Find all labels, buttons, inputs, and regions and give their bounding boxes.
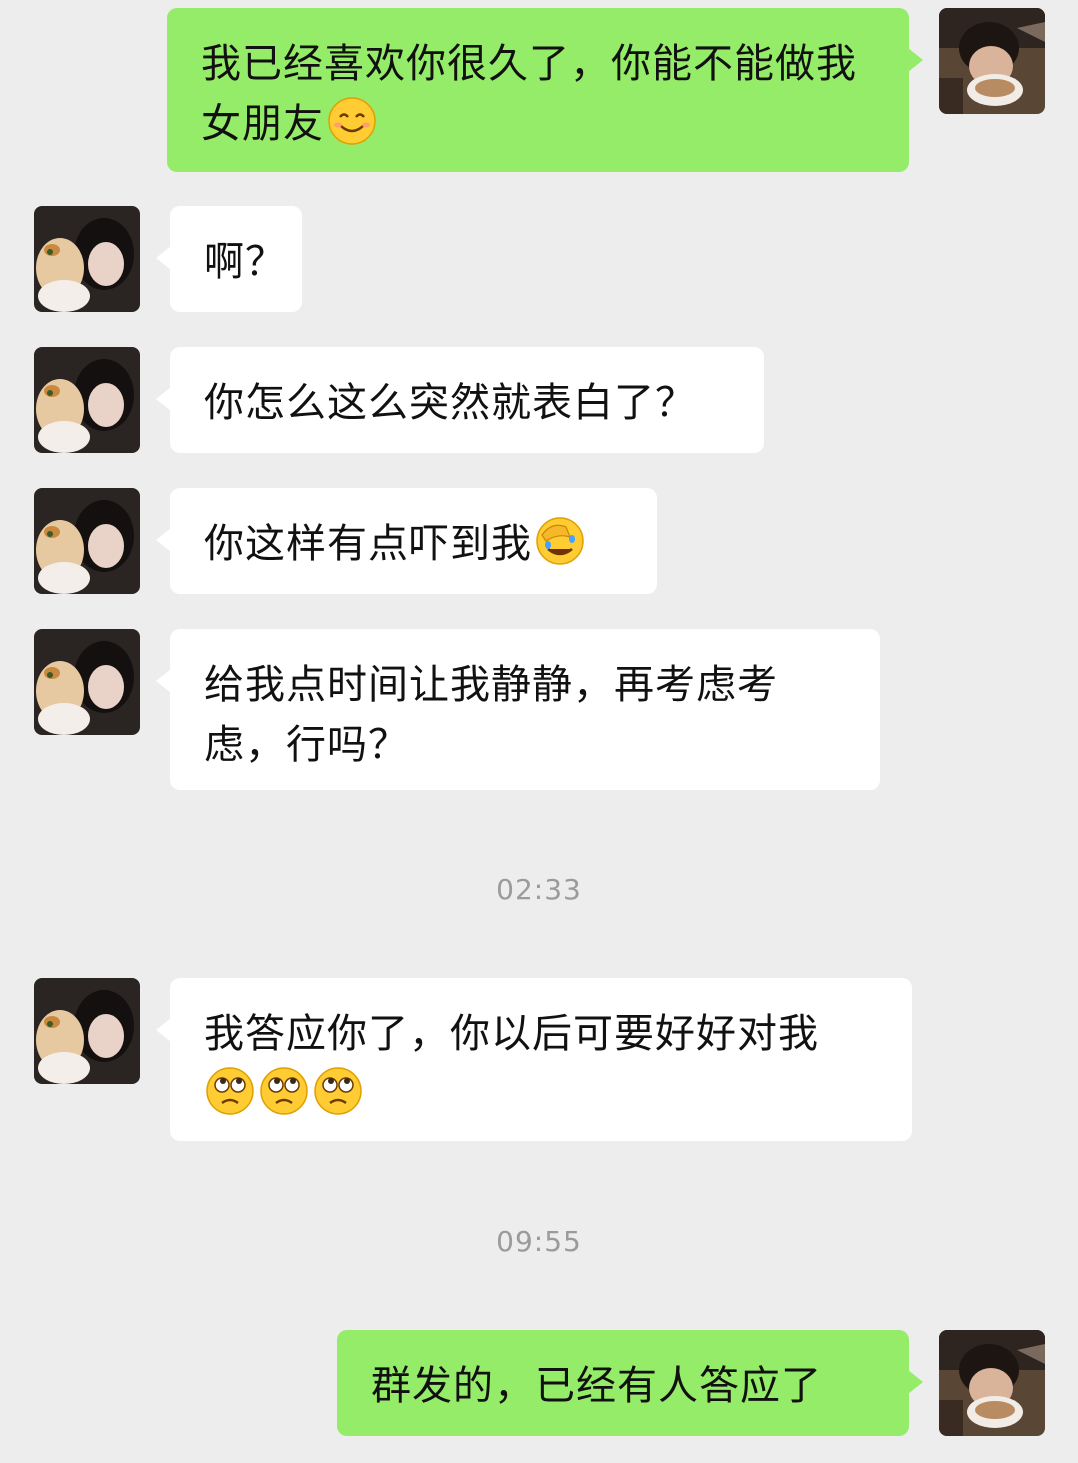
- message-text: 你这样有点吓到我: [204, 521, 532, 567]
- contact-avatar[interactable]: [34, 629, 140, 735]
- eye-roll-emoji-icon: [204, 1065, 256, 1117]
- message-text: 群发的，已经有人答应了: [371, 1363, 822, 1409]
- facepalm-emoji-icon: [534, 515, 586, 567]
- message-bubble-incoming[interactable]: 啊？: [156, 206, 302, 312]
- message-bubble-incoming[interactable]: 我答应你了，你以后可要好好对我: [156, 978, 912, 1141]
- contact-avatar[interactable]: [34, 206, 140, 312]
- contact-avatar[interactable]: [34, 488, 140, 594]
- contact-avatar[interactable]: [34, 978, 140, 1084]
- message-timestamp: 09:55: [496, 1225, 582, 1258]
- message-text: 你怎么这么突然就表白了？: [204, 380, 696, 426]
- my-avatar[interactable]: [939, 1330, 1045, 1436]
- message-text: 我答应你了，你以后可要好好对我: [204, 1011, 819, 1057]
- message-text: 给我点时间让我静静，再考虑考虑，行吗？: [204, 662, 778, 768]
- message-text: 我已经喜欢你很久了，你能不能做我女朋友: [201, 41, 857, 147]
- contact-avatar[interactable]: [34, 347, 140, 453]
- message-bubble-incoming[interactable]: 你这样有点吓到我: [156, 488, 657, 594]
- message-bubble-outgoing[interactable]: 我已经喜欢你很久了，你能不能做我女朋友: [167, 8, 923, 172]
- message-bubble-incoming[interactable]: 你怎么这么突然就表白了？: [156, 347, 764, 453]
- message-text: 啊？: [204, 239, 286, 285]
- message-timestamp: 02:33: [496, 873, 582, 906]
- message-bubble-outgoing[interactable]: 群发的，已经有人答应了: [337, 1330, 923, 1436]
- message-bubble-incoming[interactable]: 给我点时间让我静静，再考虑考虑，行吗？: [156, 629, 880, 790]
- smiling-face-emoji-icon: [326, 95, 378, 147]
- eye-roll-emoji-icon: [312, 1065, 364, 1117]
- my-avatar[interactable]: [939, 8, 1045, 114]
- eye-roll-emoji-icon: [258, 1065, 310, 1117]
